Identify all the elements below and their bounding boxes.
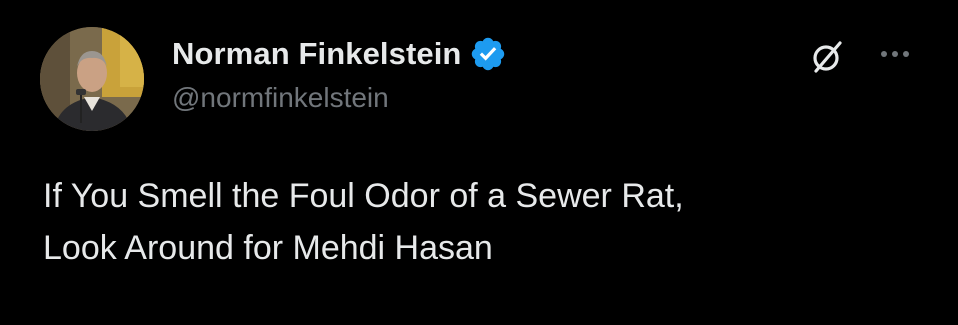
verified-badge-icon[interactable] xyxy=(469,35,507,73)
author-handle[interactable]: @normfinkelstein xyxy=(172,82,389,114)
avatar-image xyxy=(40,27,144,131)
avatar[interactable] xyxy=(40,27,144,131)
tweet-text-line: Look Around for Mehdi Hasan xyxy=(43,229,493,267)
more-options-button[interactable] xyxy=(870,34,920,74)
tweet-card: Norman Finkelstein @normfinkelstein If Y… xyxy=(0,0,958,325)
more-options-icon xyxy=(881,51,909,57)
tweet-text-line: If You Smell the Foul Odor of a Sewer Ra… xyxy=(43,177,684,215)
grok-icon xyxy=(813,41,842,73)
author-name-row: Norman Finkelstein xyxy=(172,32,507,76)
tweet-text: If You Smell the Foul Odor of a Sewer Ra… xyxy=(43,170,933,274)
grok-button[interactable] xyxy=(800,30,854,84)
author-display-name[interactable]: Norman Finkelstein xyxy=(172,36,461,72)
